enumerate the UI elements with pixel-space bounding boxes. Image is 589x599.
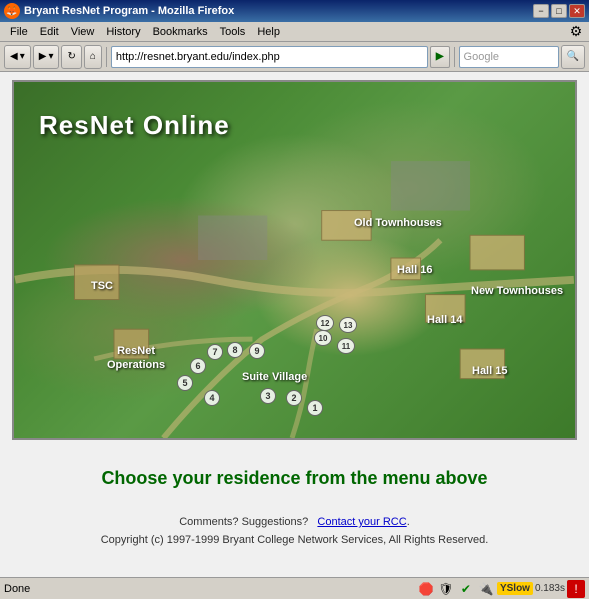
search-icon: 🔍 [567,51,579,62]
go-button[interactable]: ▶ [430,46,450,68]
alert-icon[interactable]: ! [567,580,585,598]
hall-num-4[interactable]: 4 [204,390,220,406]
label-hall14[interactable]: Hall 14 [427,314,462,326]
forward-dropdown-icon: ▾ [48,51,53,62]
menu-history[interactable]: History [100,24,146,40]
menu-view[interactable]: View [65,24,101,40]
url-text: http://resnet.bryant.edu/index.php [116,51,423,63]
hall-num-5[interactable]: 5 [177,375,193,391]
hall-num-11[interactable]: 11 [337,338,355,354]
menu-bookmarks[interactable]: Bookmarks [147,24,214,40]
label-resnet-ops[interactable]: ResNet Operations [107,344,165,373]
label-tsc[interactable]: TSC [91,280,113,292]
minimize-button[interactable]: − [533,4,549,18]
hall-num-8[interactable]: 8 [227,342,243,358]
status-text: Done [4,583,417,595]
refresh-icon: ↻ [67,51,75,62]
hall-num-2[interactable]: 2 [286,390,302,406]
hall-num-10[interactable]: 10 [314,330,332,346]
back-dropdown-icon: ▾ [20,51,25,62]
nav-separator [106,47,107,67]
home-button[interactable]: ⌂ [84,45,102,69]
browser-content: ResNet Online Old Townhouses New Townhou… [0,72,589,577]
hall-num-12[interactable]: 12 [316,315,334,331]
check-icon: ✔ [457,580,475,598]
load-time: 0.183s [535,583,565,594]
title-bar: 🦊 Bryant ResNet Program - Mozilla Firefo… [0,0,589,22]
browser-icon: 🦊 [4,3,20,19]
window-title: Bryant ResNet Program - Mozilla Firefox [24,5,234,17]
hall-num-9[interactable]: 9 [249,343,265,359]
hall-num-6[interactable]: 6 [190,358,206,374]
status-bar: Done 🛑 🛡 ✔ 🔌 YSlow 0.183s ! [0,577,589,599]
search-button[interactable]: 🔍 [561,45,585,69]
menu-bar: File Edit View History Bookmarks Tools H… [0,22,589,42]
stop-icon[interactable]: 🛑 [417,580,435,598]
home-icon: ⌂ [90,51,96,62]
search-bar[interactable]: Google [459,46,559,68]
hall-num-1[interactable]: 1 [307,400,323,416]
map-title: ResNet Online [39,110,230,141]
menu-file[interactable]: File [4,24,34,40]
nav-bar: ◀ ▾ ▶ ▾ ↻ ⌂ http://resnet.bryant.edu/ind… [0,42,589,72]
label-new-townhouses[interactable]: New Townhouses [471,285,563,297]
yslow-badge[interactable]: YSlow [497,582,533,595]
nav-separator-2 [454,47,455,67]
contact-link[interactable]: Contact your RCC [317,516,406,528]
address-bar[interactable]: http://resnet.bryant.edu/index.php [111,46,428,68]
window-controls: − □ ✕ [533,4,585,18]
search-placeholder: Google [464,51,499,63]
hall-num-3[interactable]: 3 [260,388,276,404]
label-hall15[interactable]: Hall 15 [472,365,507,377]
copyright-text: Copyright (c) 1997-1999 Bryant College N… [101,534,489,546]
main-prompt: Choose your residence from the menu abov… [20,468,569,489]
campus-map: ResNet Online Old Townhouses New Townhou… [12,80,577,440]
hall-num-13[interactable]: 13 [339,317,357,333]
label-suite-village[interactable]: Suite Village [242,371,307,383]
forward-icon: ▶ [39,51,47,62]
refresh-button[interactable]: ↻ [61,45,81,69]
comments-text: Comments? Suggestions? [179,516,308,528]
menu-help[interactable]: Help [251,24,286,40]
menu-edit[interactable]: Edit [34,24,65,40]
back-button[interactable]: ◀ ▾ [4,45,31,69]
footer-text: Comments? Suggestions? Contact your RCC.… [20,514,569,549]
page-content: Choose your residence from the menu abov… [0,448,589,569]
maximize-button[interactable]: □ [551,4,567,18]
shield-icon[interactable]: 🛡 [437,580,455,598]
status-icons: 🛑 🛡 ✔ 🔌 YSlow 0.183s ! [417,580,585,598]
addon-icon[interactable]: 🔌 [477,580,495,598]
back-icon: ◀ [10,51,18,62]
menu-tools[interactable]: Tools [214,24,252,40]
close-button[interactable]: ✕ [569,4,585,18]
label-hall16[interactable]: Hall 16 [397,264,432,276]
hall-num-7[interactable]: 7 [207,344,223,360]
gear-icon[interactable]: ⚙ [567,23,585,41]
forward-button[interactable]: ▶ ▾ [33,45,60,69]
label-old-townhouses[interactable]: Old Townhouses [354,217,442,229]
